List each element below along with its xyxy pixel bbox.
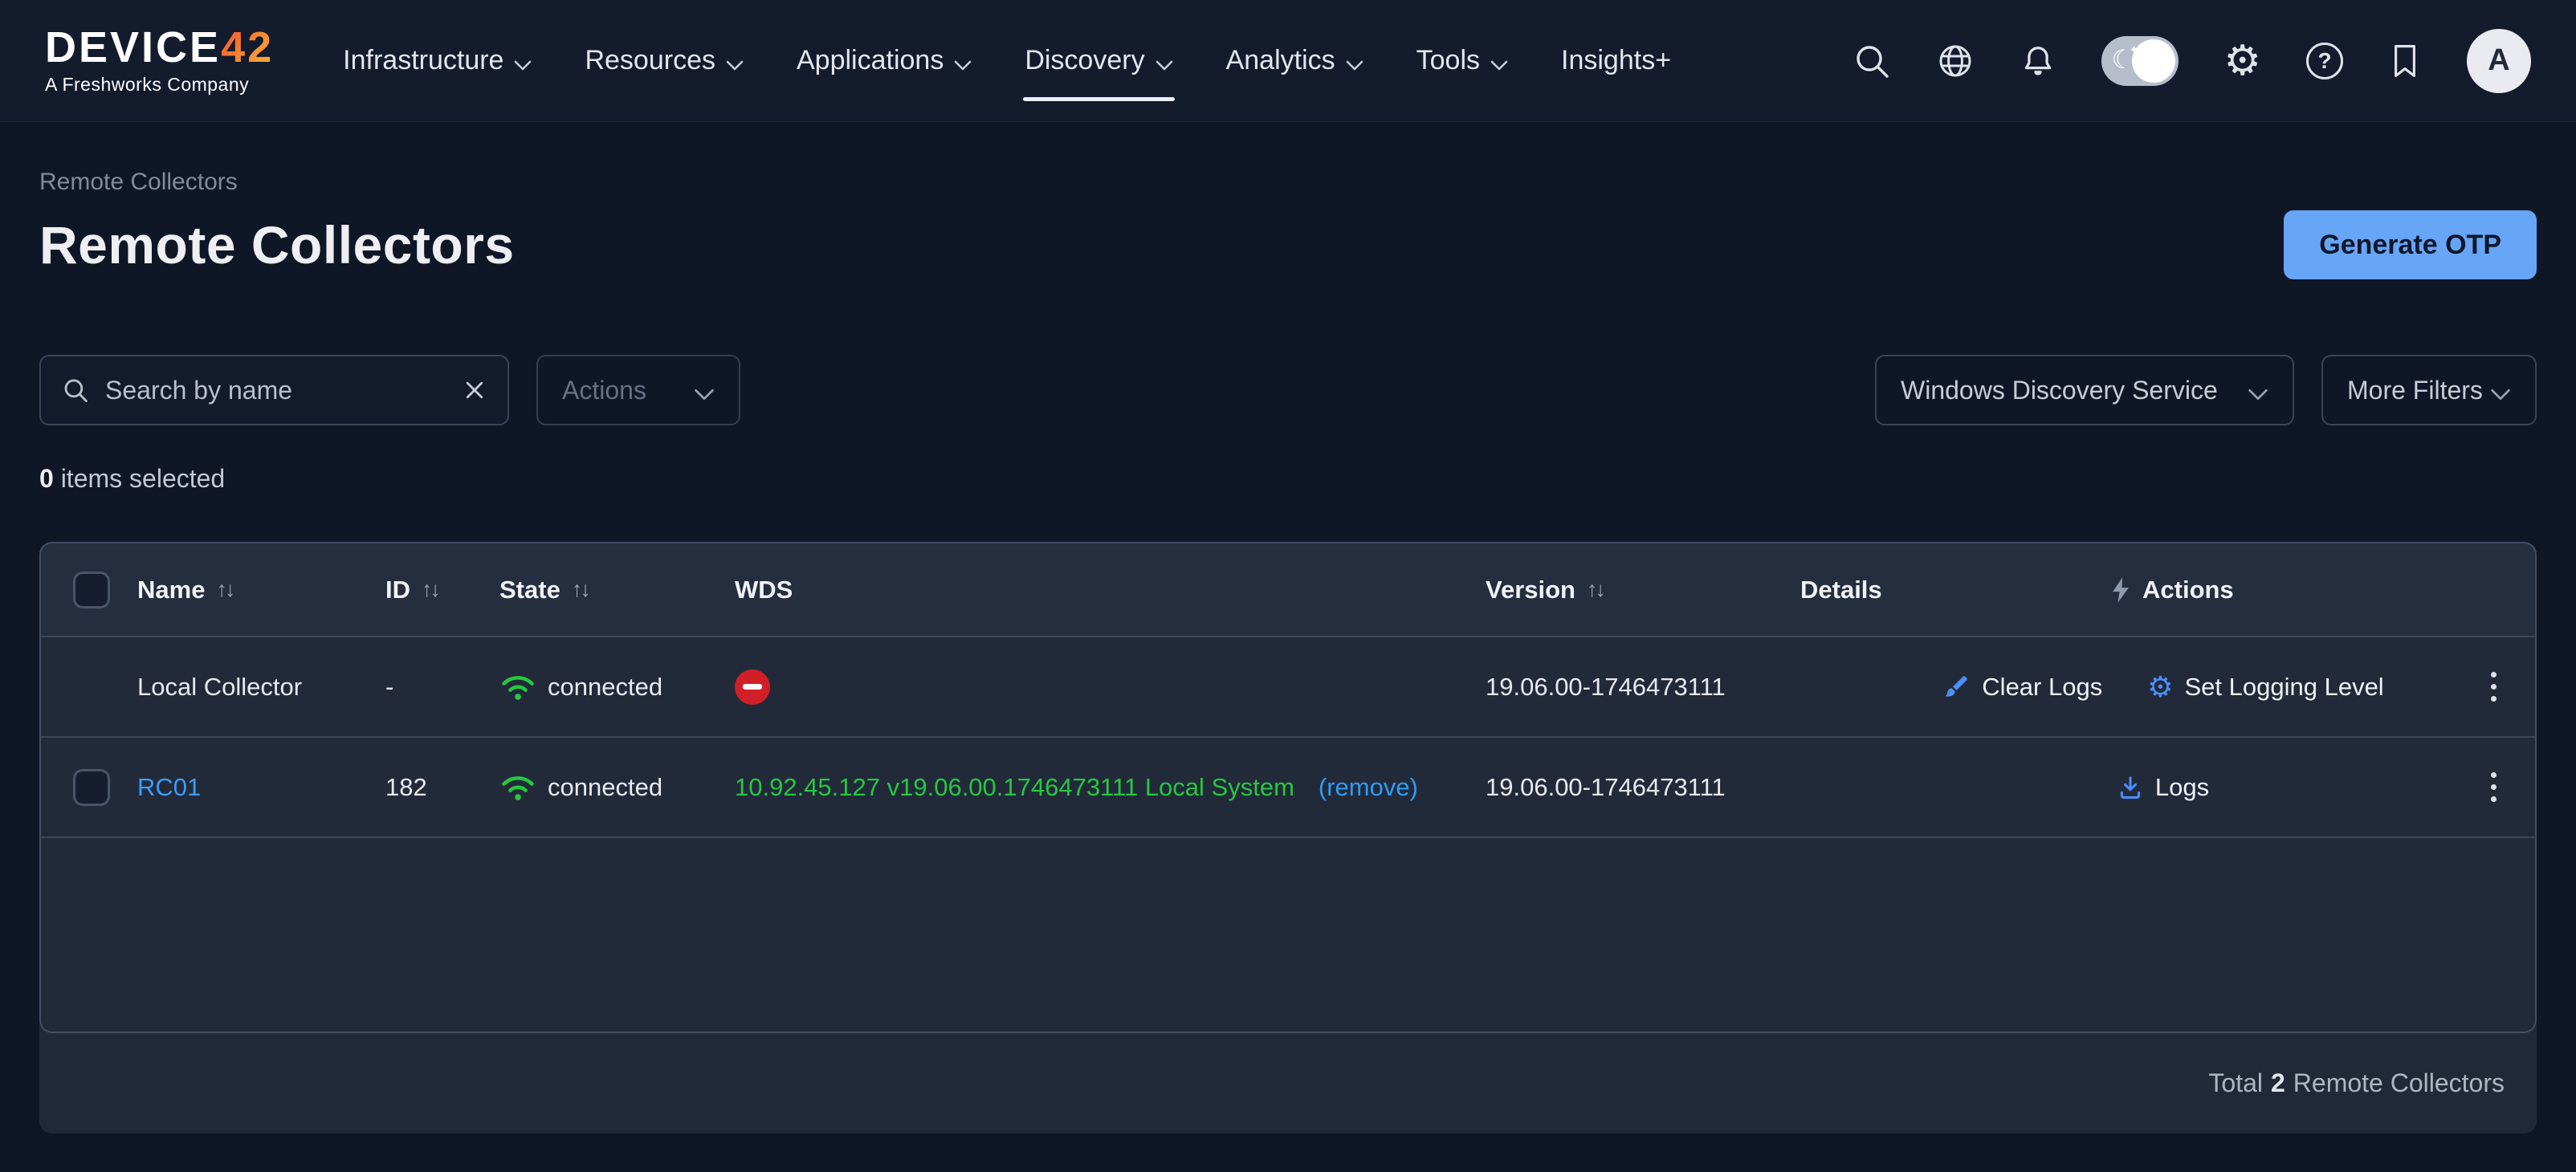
user-avatar[interactable]: A xyxy=(2467,29,2531,93)
top-navigation-bar: DEVICE42 A Freshworks Company Infrastruc… xyxy=(0,0,2576,122)
collector-name: Local Collector xyxy=(137,673,302,702)
bookmark-icon[interactable] xyxy=(2388,42,2422,80)
column-header-id[interactable]: ID ↑↓ xyxy=(385,576,499,604)
table-footer: Total 2 Remote Collectors xyxy=(39,1033,2537,1133)
chevron-down-icon xyxy=(1346,47,1363,78)
logo-tagline: A Freshworks Company xyxy=(45,74,274,96)
chevron-down-icon xyxy=(726,47,744,78)
wds-service-text: 10.92.45.127 v19.06.00.1746473111 Local … xyxy=(735,773,1294,802)
row-menu-kebab-icon[interactable] xyxy=(2452,672,2535,702)
nav-item-infrastructure[interactable]: Infrastructure xyxy=(343,0,532,122)
state-text: connected xyxy=(548,673,662,702)
download-icon xyxy=(2117,774,2144,801)
nav-item-discovery[interactable]: Discovery xyxy=(1025,0,1172,122)
selected-count: 0 xyxy=(39,464,54,493)
column-header-details: Details xyxy=(1800,576,2099,604)
column-header-actions: Actions xyxy=(2110,576,2234,604)
selected-summary: 0 items selected xyxy=(39,462,2537,494)
more-filters-dropdown[interactable]: More Filters xyxy=(2321,355,2537,425)
nav-utility-icons: ☾ ✦ ⚙ ? A xyxy=(1853,29,2531,93)
title-row: Remote Collectors Generate OTP xyxy=(39,209,2537,281)
toolbar: Actions Windows Discovery Service More F… xyxy=(39,355,2537,425)
nav-item-resources[interactable]: Resources xyxy=(585,0,744,122)
table-row: Local Collector - connected 19.06.00-174… xyxy=(41,636,2535,736)
device42-logo[interactable]: DEVICE42 A Freshworks Company xyxy=(45,26,274,96)
remote-collectors-table: Name ↑↓ ID ↑↓ State ↑↓ WDS Version ↑↓ xyxy=(39,542,2537,1133)
column-header-wds: WDS xyxy=(735,576,1486,604)
set-logging-level-button[interactable]: ⚙ Set Logging Level xyxy=(2147,673,2383,702)
clear-search-icon[interactable] xyxy=(463,378,487,402)
main-menu: Infrastructure Resources Applications Di… xyxy=(343,0,1671,122)
clear-logs-button[interactable]: Clear Logs xyxy=(1942,673,2102,702)
toggle-knob xyxy=(2132,39,2175,83)
nav-item-insights[interactable]: Insights+ xyxy=(1561,0,1671,122)
actions-dropdown[interactable]: Actions xyxy=(536,355,740,425)
gear-icon: ⚙ xyxy=(2147,673,2173,702)
page-title: Remote Collectors xyxy=(39,214,515,275)
wds-remove-link[interactable]: (remove) xyxy=(1319,773,1418,802)
table-card: Name ↑↓ ID ↑↓ State ↑↓ WDS Version ↑↓ xyxy=(39,542,2537,1033)
collector-name-link[interactable]: RC01 xyxy=(137,773,201,802)
sort-icon[interactable]: ↑↓ xyxy=(216,577,233,602)
state-text: connected xyxy=(548,773,662,802)
search-icon[interactable] xyxy=(1853,42,1891,80)
table-header-row: Name ↑↓ ID ↑↓ State ↑↓ WDS Version ↑↓ xyxy=(41,543,2535,636)
collector-id: 182 xyxy=(385,773,427,802)
help-icon[interactable]: ? xyxy=(2306,43,2343,79)
brush-icon xyxy=(1942,673,1971,702)
chevron-down-icon xyxy=(1490,47,1508,78)
settings-gear-icon[interactable]: ⚙ xyxy=(2223,40,2261,82)
table-empty-area xyxy=(41,836,2535,1032)
wifi-connected-icon xyxy=(499,671,536,703)
select-all-checkbox[interactable] xyxy=(73,572,110,608)
globe-icon[interactable] xyxy=(1936,42,1975,80)
nav-item-tools[interactable]: Tools xyxy=(1416,0,1508,122)
nav-item-applications[interactable]: Applications xyxy=(797,0,972,122)
wifi-connected-icon xyxy=(499,771,536,804)
search-box[interactable] xyxy=(39,355,509,425)
collector-id: - xyxy=(385,673,393,702)
column-header-state[interactable]: State ↑↓ xyxy=(499,576,735,604)
sort-icon[interactable]: ↑↓ xyxy=(1587,577,1604,602)
sort-icon[interactable]: ↑↓ xyxy=(572,577,589,602)
wds-blocked-icon xyxy=(735,669,770,705)
table-row: RC01 182 connected 10.92.45.127 v19.06.0… xyxy=(41,736,2535,836)
chevron-down-icon xyxy=(2490,377,2511,407)
logo-42: 42 xyxy=(221,23,274,71)
page-content: Remote Collectors Remote Collectors Gene… xyxy=(0,167,2576,1133)
version-text: 19.06.00-1746473111 xyxy=(1486,673,1726,702)
row-menu-kebab-icon[interactable] xyxy=(2452,772,2535,802)
toolbar-filters: Windows Discovery Service More Filters xyxy=(1875,355,2537,425)
generate-otp-button[interactable]: Generate OTP xyxy=(2284,210,2537,279)
column-header-name[interactable]: Name ↑↓ xyxy=(137,576,385,604)
chevron-down-icon xyxy=(1156,47,1173,78)
chevron-down-icon xyxy=(694,377,715,407)
column-header-version[interactable]: Version ↑↓ xyxy=(1486,576,1800,604)
row-checkbox[interactable] xyxy=(73,769,110,806)
wds-filter-dropdown[interactable]: Windows Discovery Service xyxy=(1875,355,2294,425)
notifications-bell-icon[interactable] xyxy=(2020,42,2056,80)
theme-toggle[interactable]: ☾ ✦ xyxy=(2101,36,2179,86)
chevron-down-icon xyxy=(514,47,532,78)
nav-item-analytics[interactable]: Analytics xyxy=(1226,0,1363,122)
lightning-icon xyxy=(2110,576,2131,604)
sort-icon[interactable]: ↑↓ xyxy=(422,577,438,602)
search-icon xyxy=(62,376,89,404)
chevron-down-icon xyxy=(2248,377,2268,407)
search-input[interactable] xyxy=(105,376,446,405)
logs-download-button[interactable]: Logs xyxy=(2117,773,2209,802)
breadcrumb[interactable]: Remote Collectors xyxy=(39,167,2537,197)
logo-text: DEVICE42 xyxy=(45,26,274,69)
version-text: 19.06.00-1746473111 xyxy=(1486,773,1726,802)
chevron-down-icon xyxy=(954,47,972,78)
total-count: 2 xyxy=(2271,1068,2285,1098)
column-header-details-actions: Details Actions xyxy=(1800,576,2452,604)
